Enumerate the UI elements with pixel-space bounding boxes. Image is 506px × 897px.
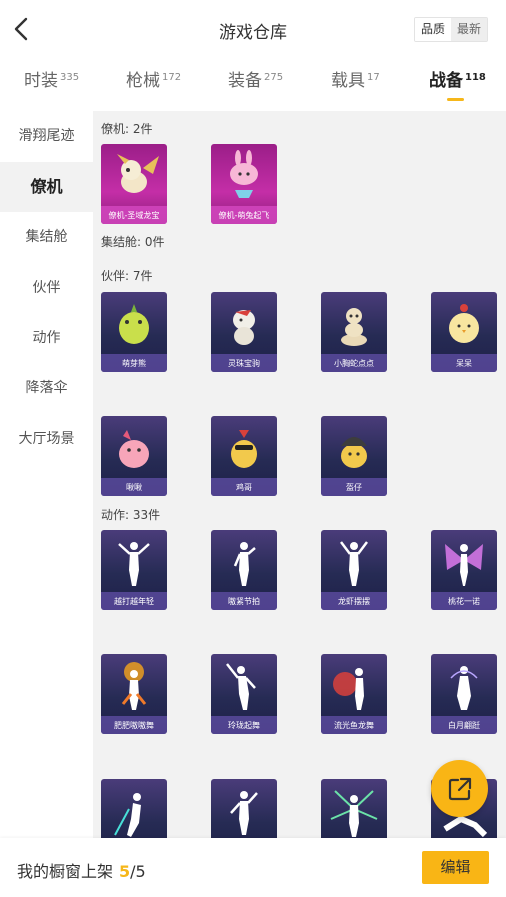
showcase-status: 我的橱窗上架 5/5 [17, 858, 146, 882]
snake-icon [341, 308, 367, 346]
showcase-current-count: 5 [119, 862, 131, 881]
sort-toggle[interactable]: 品质 最新 [413, 17, 488, 42]
item-name: 嗷紧节拍 [228, 597, 260, 606]
item-card[interactable]: 白月翩跹 [431, 654, 497, 734]
sidebar-item-partner[interactable]: 伙伴 [0, 263, 93, 313]
item-name: 小胸蛇点点 [334, 359, 374, 368]
item-name: 盔仔 [346, 483, 362, 492]
item-card[interactable]: 僚机-圣域龙宝 [101, 144, 167, 224]
sidebar-item-action[interactable]: 动作 [0, 313, 93, 363]
item-card[interactable]: 龙虾摆摆 [321, 530, 387, 610]
showcase-bar: 我的橱窗上架 5/5 编辑 [0, 838, 506, 897]
item-card[interactable]: 桃花一诺 [431, 530, 497, 610]
tab-label: 战备 [429, 71, 463, 91]
tab-combat-prep[interactable]: 战备 118 [429, 66, 486, 91]
item-name: 呆呆 [456, 359, 472, 368]
item-grid-panel[interactable]: 僚机: 2件 僚机-圣域龙宝 僚机-萌兔起飞 集结舱: 0件 伙伴: 7件 萌芽… [93, 111, 506, 838]
tab-count: 118 [465, 72, 486, 83]
item-card[interactable]: 玲珑起舞 [211, 654, 277, 734]
item-card[interactable]: 鸡哥 [211, 416, 277, 496]
sidebar-item-wingman[interactable]: 僚机 [0, 162, 93, 212]
dancer-icon [114, 793, 141, 837]
section-title-pod: 集结舱: 0件 [101, 235, 165, 249]
horse-icon [233, 310, 255, 345]
dancer-icon [233, 542, 256, 586]
item-name: 玲珑起舞 [228, 721, 260, 730]
item-name: 肥肥嗷嗷舞 [114, 721, 154, 730]
sort-newest-button[interactable]: 最新 [450, 18, 487, 41]
sidebar-item-pod[interactable]: 集结舱 [0, 212, 93, 262]
item-name: 白月翩跹 [448, 721, 480, 730]
item-name: 僚机-圣域龙宝 [108, 211, 160, 220]
section-title-partner: 伙伴: 7件 [101, 269, 153, 283]
chick-icon [449, 304, 479, 343]
item-name: 啾啾 [126, 483, 142, 492]
item-card[interactable]: 僚机-萌兔起飞 [211, 144, 277, 224]
sort-quality-button[interactable]: 品质 [414, 18, 451, 41]
dragon-icon [117, 154, 159, 193]
tab-count: 275 [264, 72, 284, 83]
item-card[interactable]: 越打越年轻 [101, 530, 167, 610]
sidebar-item-glide-trail[interactable]: 滑翔尾迹 [0, 111, 93, 161]
share-icon [448, 777, 472, 801]
section-title-wingman: 僚机: 2件 [101, 122, 153, 136]
item-card[interactable] [321, 779, 387, 838]
burst-dancer-icon [330, 790, 378, 837]
item-name: 流光鱼龙舞 [334, 721, 374, 730]
tab-weapons[interactable]: 枪械 172 [126, 66, 181, 91]
item-card[interactable]: 啾啾 [101, 416, 167, 496]
dancer-icon [226, 663, 256, 710]
item-name: 桃花一诺 [448, 597, 480, 606]
butterfly-dancer-icon [445, 544, 483, 586]
item-card[interactable]: 灵珠宝驹 [211, 292, 277, 372]
item-name: 萌芽熊 [122, 359, 146, 368]
item-card[interactable] [211, 779, 277, 838]
rooster-icon [231, 430, 257, 468]
item-card[interactable]: 小胸蛇点点 [321, 292, 387, 372]
item-card[interactable]: 盔仔 [321, 416, 387, 496]
item-name: 越打越年轻 [114, 597, 154, 606]
tab-equipment[interactable]: 装备 275 [228, 66, 283, 91]
tab-label: 时装 [24, 71, 58, 91]
bird-icon [119, 430, 149, 468]
showcase-label: 我的橱窗上架 [17, 862, 114, 881]
item-card[interactable]: 嗷紧节拍 [211, 530, 277, 610]
tab-count: 17 [367, 72, 380, 83]
tab-count: 335 [60, 72, 80, 83]
edit-button[interactable]: 编辑 [422, 851, 489, 884]
tab-label: 枪械 [126, 71, 160, 91]
item-name: 龙虾摆摆 [338, 597, 370, 606]
bear-icon [119, 304, 149, 344]
tab-outfit[interactable]: 时装 335 [24, 66, 79, 91]
showcase-max-count: 5 [135, 862, 146, 881]
item-name: 僚机-萌兔起飞 [218, 211, 270, 220]
item-name: 灵珠宝驹 [228, 359, 260, 368]
active-tab-indicator [447, 98, 464, 101]
header: 游戏仓库 品质 最新 [0, 0, 506, 60]
dragon-dancer-icon [333, 668, 364, 710]
item-card[interactable] [101, 779, 167, 838]
item-name: 鸡哥 [236, 483, 252, 492]
tab-label: 载具 [331, 71, 365, 91]
item-card[interactable]: 呆呆 [431, 292, 497, 372]
item-card[interactable]: 肥肥嗷嗷舞 [101, 654, 167, 734]
share-button[interactable] [431, 760, 488, 817]
tab-vehicles[interactable]: 载具 17 [331, 66, 380, 91]
sidebar: 滑翔尾迹 僚机 集结舱 伙伴 动作 降落伞 大厅场景 [0, 111, 93, 838]
tab-label: 装备 [228, 71, 262, 91]
dancer-icon [118, 542, 150, 586]
category-tabs: 时装 335 枪械 172 装备 275 载具 17 战备 118 [0, 66, 506, 106]
bunny-icon [230, 150, 258, 198]
dancer-icon [340, 541, 368, 586]
fire-dancer-icon [121, 662, 147, 710]
dancer-icon [230, 791, 258, 835]
sidebar-item-parachute[interactable]: 降落伞 [0, 363, 93, 413]
helmet-chick-icon [341, 437, 367, 468]
tab-count: 172 [162, 72, 182, 83]
section-title-action: 动作: 33件 [101, 508, 161, 522]
item-card[interactable]: 流光鱼龙舞 [321, 654, 387, 734]
moon-dancer-icon [450, 666, 478, 710]
item-card[interactable]: 萌芽熊 [101, 292, 167, 372]
sidebar-item-lobby-scene[interactable]: 大厅场景 [0, 414, 93, 464]
